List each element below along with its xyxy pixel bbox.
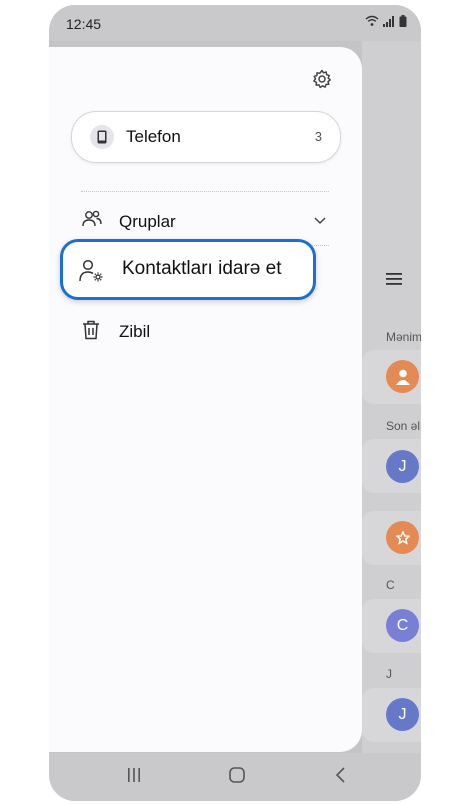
trash-icon [83, 320, 99, 340]
menu-icon[interactable] [386, 272, 402, 286]
avatar: C [386, 609, 419, 642]
star-icon [395, 530, 410, 545]
menu-item-manage-contacts[interactable]: Kontaktları idarə et [60, 239, 316, 300]
account-count: 3 [314, 129, 322, 144]
favorite-avatar [386, 521, 419, 554]
divider [81, 191, 329, 192]
back-icon[interactable] [335, 767, 347, 783]
menu-item-label: Kontaktları idarə et [122, 258, 282, 279]
menu-item-label: Zibil [119, 322, 151, 341]
section-label-recent: Son əl [386, 419, 421, 433]
signal-icon [383, 15, 394, 27]
groups-icon [82, 210, 102, 227]
chevron-down-icon[interactable] [312, 212, 328, 228]
home-icon[interactable] [229, 767, 245, 783]
status-time: 12:45 [66, 16, 102, 32]
person-icon [395, 369, 410, 385]
account-label: Telefon [126, 127, 181, 146]
status-icons [365, 15, 407, 27]
recent-apps-icon[interactable] [127, 767, 141, 783]
navigation-drawer: Telefon 3 Qruplar Kontaktları idarə et Z… [49, 47, 362, 752]
phone-icon [90, 125, 114, 149]
menu-item-groups[interactable]: Qruplar [49, 199, 362, 243]
phone-screen: 12:45 Mənim Son əl J C C J J Telefon 3 Q… [49, 5, 421, 801]
profile-avatar [386, 360, 419, 393]
person-settings-icon [79, 259, 103, 282]
account-phone-button[interactable]: Telefon 3 [71, 111, 341, 163]
avatar: J [386, 450, 419, 483]
navigation-bar [49, 753, 421, 801]
status-bar: 12:45 [49, 5, 421, 41]
menu-item-label: Qruplar [119, 212, 176, 231]
section-label-me: Mənim [386, 330, 421, 344]
avatar: J [386, 698, 419, 731]
wifi-icon [365, 15, 379, 26]
battery-icon [399, 15, 407, 27]
settings-gear-icon[interactable] [312, 69, 332, 89]
section-label-j: J [386, 667, 392, 681]
section-label-c: C [386, 578, 395, 592]
menu-item-trash[interactable]: Zibil [49, 309, 362, 353]
